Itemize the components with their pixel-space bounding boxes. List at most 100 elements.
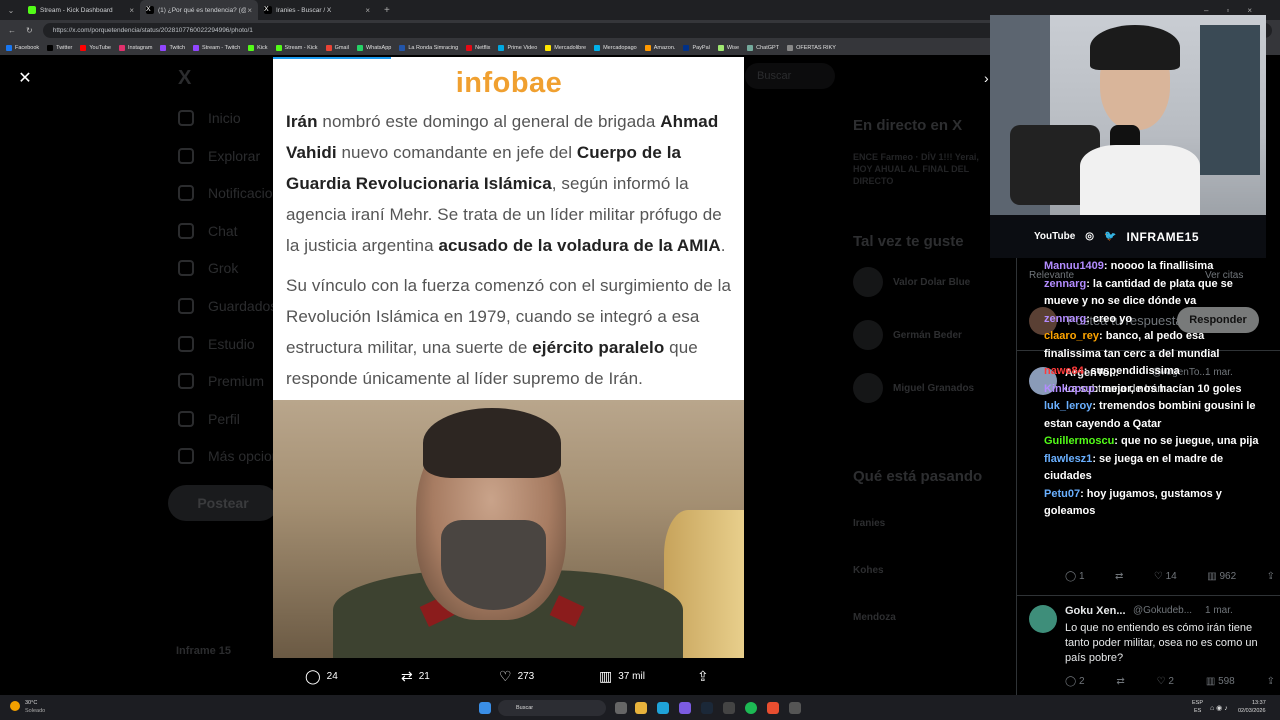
views-action[interactable]: ▥ 37 mil bbox=[599, 668, 645, 685]
app-icon[interactable] bbox=[789, 702, 801, 714]
search-box[interactable]: Buscar bbox=[745, 63, 835, 89]
nav-item[interactable]: Explorar bbox=[178, 147, 260, 164]
discord-icon[interactable] bbox=[679, 702, 691, 714]
bookmark-item[interactable]: Facebook bbox=[6, 44, 39, 51]
file-explorer-icon[interactable] bbox=[635, 702, 647, 714]
obs-icon[interactable] bbox=[767, 702, 779, 714]
like-action[interactable]: ♡ 14 bbox=[1154, 571, 1177, 582]
share-action[interactable]: ⇪ bbox=[697, 668, 709, 685]
repost-action[interactable]: ⇄ 21 bbox=[401, 668, 430, 685]
chat-username[interactable]: claaro_rey bbox=[1044, 330, 1099, 342]
edge-icon[interactable] bbox=[657, 702, 669, 714]
x-logo[interactable]: X bbox=[178, 67, 191, 90]
bookmark-item[interactable]: Prime Video bbox=[498, 44, 537, 51]
profile-name[interactable]: Inframe 15 bbox=[176, 645, 231, 657]
app-icon[interactable] bbox=[723, 702, 735, 714]
chat-username[interactable]: Kinkopop bbox=[1044, 383, 1095, 395]
chat-username[interactable]: luk_leroy bbox=[1044, 400, 1092, 412]
suggested-account[interactable]: Germán Beder bbox=[853, 320, 962, 350]
suggested-account[interactable]: Valor Dolar Blue bbox=[853, 267, 970, 297]
close-icon[interactable]: ✕ bbox=[16, 70, 34, 88]
close-tab-icon[interactable]: × bbox=[129, 6, 134, 15]
nav-item[interactable]: Grok bbox=[178, 260, 238, 277]
live-item[interactable]: ENCE Farmeo · DÍV 1!!! Yerai, HOY AHUAL … bbox=[853, 151, 988, 187]
bookmark-item[interactable]: ChatGPT bbox=[747, 44, 779, 51]
taskbar: 30°C Soleado Buscar ESP ES ⌂ ◉ ♪ 13:37 0… bbox=[0, 695, 1280, 720]
bookmark-item[interactable]: Wise bbox=[717, 44, 739, 51]
views-action[interactable]: ▥ 962 bbox=[1207, 571, 1236, 582]
windows-start-icon[interactable] bbox=[479, 702, 491, 714]
taskbar-search[interactable]: Buscar bbox=[498, 700, 606, 716]
chat-username[interactable]: Manuu1409 bbox=[1044, 260, 1104, 272]
post-button[interactable]: Postear bbox=[168, 485, 278, 521]
tab-kick-dashboard[interactable]: Stream - Kick Dashboard × bbox=[22, 0, 140, 20]
system-tray-icons[interactable]: ⌂ ◉ ♪ bbox=[1210, 704, 1228, 712]
kick-icon bbox=[28, 6, 36, 14]
bookmark-item[interactable]: OFERTAS RIKY bbox=[787, 44, 836, 51]
nav-item[interactable]: Guardados bbox=[178, 298, 277, 314]
bookmark-item[interactable]: PayPal bbox=[683, 44, 710, 51]
trend-item[interactable]: Kohes bbox=[853, 565, 884, 576]
nav-item[interactable]: Perfil bbox=[178, 410, 240, 427]
views-action[interactable]: ▥ 598 bbox=[1206, 676, 1235, 687]
bookmark-icon bbox=[399, 44, 406, 51]
tab-x-search[interactable]: X Iranies - Buscar / X × bbox=[258, 0, 376, 20]
like-action[interactable]: ♡ 273 bbox=[499, 668, 534, 685]
bookmark-item[interactable]: Amazon. bbox=[644, 44, 675, 51]
nav-item[interactable]: Estudio bbox=[178, 335, 255, 352]
window-controls[interactable]: –▫× bbox=[1204, 6, 1270, 15]
reply-action[interactable]: ◯ 24 bbox=[305, 668, 338, 685]
close-tab-icon[interactable]: × bbox=[247, 6, 252, 15]
bookmark-item[interactable]: Instagram bbox=[118, 44, 152, 51]
tab-x-post[interactable]: X (1) ¿Por qué es tendencia? (@porq× bbox=[140, 0, 258, 20]
repost-icon[interactable]: ⇄ bbox=[1115, 571, 1123, 582]
repost-icon[interactable]: ⇄ bbox=[1116, 676, 1124, 687]
nav-item[interactable]: Chat bbox=[178, 222, 238, 239]
bookmark-item[interactable]: Twitter bbox=[47, 44, 72, 51]
steam-icon[interactable] bbox=[701, 702, 713, 714]
tweet-author[interactable]: Goku Xen... bbox=[1065, 605, 1126, 617]
tweet-handle[interactable]: @Gokudeb... bbox=[1133, 605, 1192, 616]
bookmark-item[interactable]: YouTube bbox=[80, 44, 111, 51]
trend-item[interactable]: Mendoza bbox=[853, 612, 896, 623]
like-action[interactable]: ♡ 2 bbox=[1157, 676, 1174, 687]
bookmark-item[interactable]: Mercadopago bbox=[594, 44, 637, 51]
reply-action[interactable]: ◯ 2 bbox=[1065, 676, 1085, 687]
back-icon[interactable]: ← bbox=[8, 26, 16, 35]
chat-username[interactable]: zennarg bbox=[1044, 278, 1086, 290]
next-arrow-icon[interactable]: › bbox=[984, 70, 989, 86]
bookmark-item[interactable]: Twitch bbox=[160, 44, 185, 51]
chat-username[interactable]: Petu07 bbox=[1044, 488, 1080, 500]
nav-icon bbox=[178, 448, 194, 465]
bookmark-item[interactable]: Mercadolibre bbox=[545, 44, 586, 51]
nav-item[interactable]: Premium bbox=[178, 373, 264, 390]
reply-action[interactable]: ◯ 1 bbox=[1065, 571, 1085, 582]
nav-icon bbox=[178, 335, 194, 352]
bookmark-item[interactable]: Gmail bbox=[325, 44, 349, 51]
bookmark-item[interactable]: Stream - Kick bbox=[275, 44, 318, 51]
reload-icon[interactable]: ↻ bbox=[26, 26, 33, 35]
task-view-icon[interactable] bbox=[615, 702, 627, 714]
trend-item[interactable]: Iranies bbox=[853, 518, 885, 529]
suggested-account[interactable]: Miguel Granados bbox=[853, 373, 974, 403]
chat-username[interactable]: Guillermoscu bbox=[1044, 435, 1114, 447]
bookmark-item[interactable]: Kick bbox=[248, 44, 268, 51]
weather-temp[interactable]: 30°C bbox=[25, 700, 37, 706]
close-tab-icon[interactable]: × bbox=[365, 6, 370, 15]
new-tab-icon[interactable]: + bbox=[384, 5, 390, 16]
bookmark-item[interactable]: WhatsApp bbox=[356, 44, 391, 51]
nav-item[interactable]: Inicio bbox=[178, 110, 241, 126]
tab-menu-icon[interactable]: ⌄ bbox=[0, 6, 22, 15]
chat-message: Petu07: hoy jugamos, gustamos y goleamos bbox=[1044, 486, 1264, 521]
bookmark-item[interactable]: La Ronda Simracing bbox=[399, 44, 458, 51]
share-icon[interactable]: ⇪ bbox=[1267, 676, 1275, 687]
clock-time[interactable]: 13:37 bbox=[1252, 700, 1266, 706]
share-icon[interactable]: ⇪ bbox=[1267, 571, 1275, 582]
bookmark-item[interactable]: Stream - Twitch bbox=[193, 44, 240, 51]
chat-username[interactable]: zennarg bbox=[1044, 313, 1086, 325]
language-indicator[interactable]: ESP bbox=[1192, 700, 1203, 706]
chat-username[interactable]: flawlesz1 bbox=[1044, 453, 1092, 465]
bookmark-item[interactable]: Netflix bbox=[466, 44, 490, 51]
chat-username[interactable]: nawe84 bbox=[1044, 365, 1084, 377]
spotify-icon[interactable] bbox=[745, 702, 757, 714]
